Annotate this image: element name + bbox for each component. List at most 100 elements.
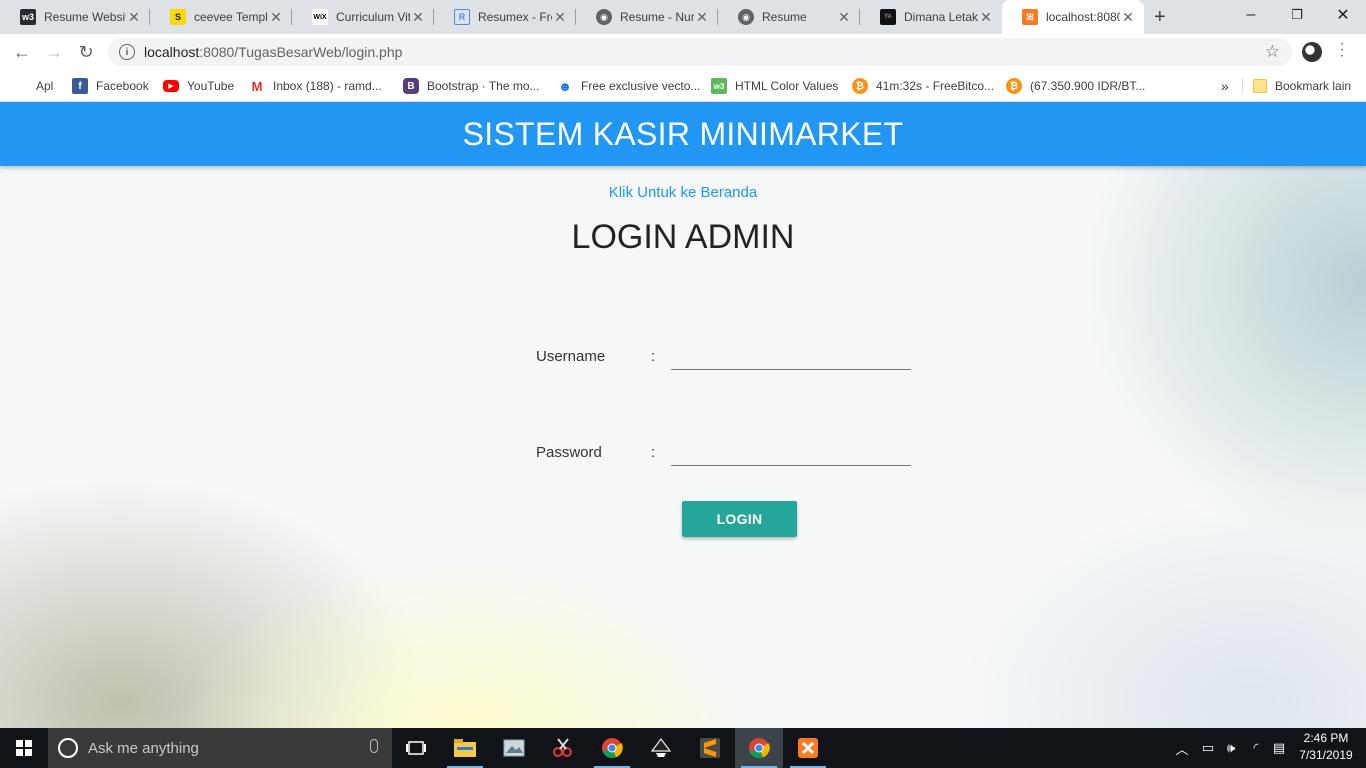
bookmark-apps[interactable]: Apl — [14, 76, 53, 96]
close-icon[interactable]: ✕ — [552, 9, 568, 26]
tab-ceevee[interactable]: S ceevee Template ✕ — [150, 0, 292, 34]
globe-icon: ◉ — [738, 9, 754, 25]
login-button[interactable]: LOGIN — [682, 501, 797, 537]
password-input[interactable] — [671, 438, 911, 466]
app-header: SISTEM KASIR MINIMARKET — [0, 102, 1366, 166]
username-label: Username — [536, 348, 606, 365]
globe-icon: ◉ — [596, 9, 612, 25]
cortana-search-box[interactable]: Ask me anything — [48, 728, 392, 768]
styleshout-icon: S — [170, 9, 186, 25]
bookmark-star-icon[interactable]: ☆ — [1265, 42, 1280, 62]
power-battery-icon[interactable]: ▭ — [1196, 728, 1220, 768]
bitcoin-icon: ₿ — [852, 78, 868, 94]
restore-icon[interactable]: ❐ — [1274, 0, 1320, 30]
snipping-tool-icon[interactable] — [539, 728, 587, 768]
system-clock[interactable]: 2:46 PM 7/31/2019 — [1290, 730, 1362, 764]
close-icon[interactable]: ✕ — [126, 9, 142, 26]
bookmark-inbox[interactable]: M Inbox (188) - ramd... — [249, 76, 382, 96]
bookmark-freepik[interactable]: ☻ Free exclusive vecto... — [557, 76, 700, 96]
browser-toolbar: ← → ↻ i localhost:8080/TugasBesarWeb/log… — [0, 34, 1366, 70]
bookmarks-bar: Apl f Facebook ▶ YouTube M Inbox (188) -… — [0, 70, 1366, 102]
action-center-icon[interactable]: ▤ — [1268, 728, 1290, 768]
tab-localhost[interactable]: ꕤ localhost:8080 ✕ — [1002, 0, 1144, 34]
reload-icon[interactable]: ↻ — [74, 40, 98, 64]
bitcoin-icon: ₿ — [1006, 78, 1022, 94]
microphone-icon[interactable] — [370, 739, 378, 753]
xampp-control-icon[interactable] — [784, 728, 832, 768]
tab-title: Resume — [762, 10, 807, 24]
task-view-icon[interactable] — [392, 728, 440, 768]
close-icon[interactable]: ✕ — [1120, 9, 1136, 26]
facebook-icon: f — [72, 78, 88, 94]
bookmark-youtube[interactable]: ▶ YouTube — [163, 76, 234, 96]
tab-resumex[interactable]: R Resumex - Free ✕ — [434, 0, 576, 34]
youtube-icon: ▶ — [163, 80, 179, 92]
bootstrap-icon: B — [403, 78, 419, 94]
forward-arrow-icon[interactable]: → — [42, 40, 66, 64]
bookmark-label: Bookmark lain — [1275, 79, 1352, 93]
address-bar[interactable]: i localhost:8080/TugasBesarWeb/login.php… — [108, 38, 1292, 66]
file-explorer-icon[interactable] — [441, 728, 489, 768]
username-colon: : — [651, 348, 656, 365]
username-input[interactable] — [671, 342, 911, 370]
more-bookmarks-chevron-icon[interactable]: » — [1221, 76, 1229, 96]
url-host: localhost — [144, 44, 200, 60]
bookmark-label: Free exclusive vecto... — [581, 79, 701, 93]
tab-title: Dimana Letak — [904, 10, 978, 24]
volume-icon[interactable]: 🕪 — [1220, 728, 1242, 768]
resumex-icon: R — [454, 9, 470, 25]
wix-icon: WiX — [312, 9, 328, 25]
tab-curriculum-vitae[interactable]: WiX Curriculum Vitae ✕ — [292, 0, 434, 34]
chrome-icon[interactable] — [588, 728, 636, 768]
close-icon[interactable]: ✕ — [268, 9, 284, 26]
bookmark-label: 41m:32s - FreeBitco... — [876, 79, 995, 93]
tab-title: ceevee Template — [194, 10, 268, 24]
profile-avatar[interactable] — [1302, 42, 1322, 62]
bookmark-facebook[interactable]: f Facebook — [72, 76, 149, 96]
url-text[interactable]: localhost:8080/TugasBesarWeb/login.php — [144, 44, 402, 60]
freepik-icon: ☻ — [557, 78, 573, 94]
tab-dimana-letak[interactable]: YA Dimana Letak ✕ — [860, 0, 1002, 34]
tab-title: Resume Website — [44, 10, 126, 24]
close-icon[interactable]: ✕ — [836, 9, 852, 26]
windows-start-icon[interactable] — [0, 728, 48, 768]
chrome-active-icon[interactable] — [735, 728, 783, 768]
close-icon[interactable]: ✕ — [978, 9, 994, 26]
password-colon: : — [651, 444, 656, 461]
gmail-icon: M — [249, 78, 265, 94]
tray-chevron-up-icon[interactable]: ︿ — [1172, 728, 1192, 768]
window-close-icon[interactable]: ✕ — [1320, 0, 1366, 30]
bookmark-label: YouTube — [187, 79, 235, 93]
taskbar: Ask me anything ︿ ▭ 🕪 ◜ ▤ 2:46 PM 7/31/2… — [0, 728, 1366, 768]
page-content: SISTEM KASIR MINIMARKET Klik Untuk ke Be… — [0, 102, 1366, 728]
new-tab-icon[interactable]: + — [1154, 6, 1166, 29]
app-title: SISTEM KASIR MINIMARKET — [462, 115, 904, 152]
w3schools-icon: w3 — [20, 9, 36, 25]
wifi-icon[interactable]: ◜ — [1244, 728, 1268, 768]
sublime-text-icon[interactable] — [686, 728, 734, 768]
cortana-icon — [58, 738, 78, 758]
bookmark-label: Apl — [36, 79, 54, 93]
tab-title: localhost:8080 — [1046, 10, 1120, 24]
close-icon[interactable]: ✕ — [694, 9, 710, 26]
minimize-icon[interactable]: – — [1228, 0, 1274, 30]
password-label: Password — [536, 444, 602, 461]
home-link[interactable]: Klik Untuk ke Beranda — [0, 184, 1366, 201]
close-icon[interactable]: ✕ — [410, 9, 426, 26]
bookmark-btc-idr[interactable]: ₿ (67.350.900 IDR/BT... — [1006, 76, 1145, 96]
kebab-menu-icon[interactable]: · · · — [1338, 36, 1346, 64]
back-arrow-icon[interactable]: ← — [10, 40, 34, 64]
tab-resume[interactable]: ◉ Resume ✕ — [718, 0, 860, 34]
bookmark-freebitco[interactable]: ₿ 41m:32s - FreeBitco... — [852, 76, 994, 96]
tab-title: Resume - Nurul — [620, 10, 694, 24]
info-icon[interactable]: i — [119, 44, 135, 60]
tab-title: Resumex - Free — [478, 10, 552, 24]
tab-resume-website[interactable]: w3 Resume Website ✕ — [0, 0, 150, 34]
inkscape-icon[interactable] — [637, 728, 685, 768]
photos-icon[interactable] — [490, 728, 538, 768]
bookmark-html-color[interactable]: w3 HTML Color Values — [711, 76, 838, 96]
bookmark-bootstrap[interactable]: B Bootstrap · The mo... — [403, 76, 540, 96]
bookmark-other[interactable]: Bookmark lain — [1253, 76, 1351, 96]
tab-resume-nurul[interactable]: ◉ Resume - Nurul ✕ — [576, 0, 718, 34]
clock-time: 2:46 PM — [1303, 731, 1349, 745]
